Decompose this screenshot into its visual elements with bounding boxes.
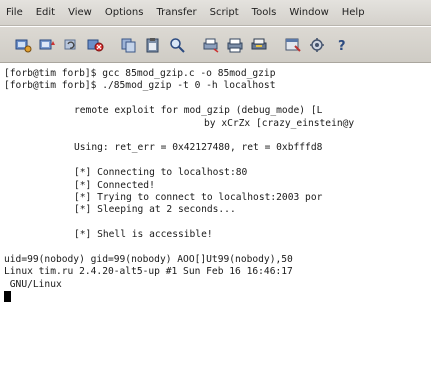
find-icon[interactable] [168,36,186,54]
terminal-line: [*] Connecting to localhost:80 [74,167,248,179]
terminal-line: [*] Trying to connect to localhost:2003 … [74,191,323,203]
print-setup-icon[interactable] [202,36,220,54]
reconnect-icon[interactable] [62,36,80,54]
terminal-window: File Edit View Options Transfer Script T… [0,0,431,379]
terminal-line: Using: ret_err = 0x42127480, ret = 0xbff… [74,142,323,154]
menu-transfer[interactable]: Transfer [156,7,196,18]
connect-icon[interactable] [14,36,32,54]
menu-script[interactable]: Script [210,7,239,18]
disconnect-icon[interactable] [86,36,104,54]
menu-window[interactable]: Window [289,7,328,18]
copy-icon[interactable] [120,36,138,54]
terminal-line: by xCrZx [crazy_einstein@y [204,117,355,129]
terminal-line: remote exploit for mod_gzip (debug_mode)… [74,105,323,117]
print-selection-icon[interactable] [250,36,268,54]
help-icon[interactable]: ? [332,36,350,54]
svg-text:?: ? [338,39,346,54]
global-options-icon[interactable] [308,36,326,54]
session-options-icon[interactable] [284,36,302,54]
print-icon[interactable] [226,36,244,54]
terminal-line: GNU/Linux [4,278,62,290]
menu-help[interactable]: Help [342,7,365,18]
terminal-line: [*] Sleeping at 2 seconds... [74,204,236,216]
terminal-line: uid=99(nobody) gid=99(nobody) AOO[]Ut99(… [4,253,293,265]
terminal-line: [*] Shell is accessible! [74,229,213,241]
menu-tools[interactable]: Tools [252,7,277,18]
terminal-line: Linux tim.ru 2.4.20-alt5-up #1 Sun Feb 1… [4,266,293,278]
quick-connect-icon[interactable] [38,36,56,54]
terminal-output[interactable]: [forb@tim forb]$ gcc 85mod_gzip.c -o 85m… [0,64,431,379]
terminal-cursor [4,291,11,303]
terminal-line: [*] Connected! [74,179,155,191]
menu-options[interactable]: Options [105,7,144,18]
menu-view[interactable]: View [68,7,92,18]
terminal-line: [forb@tim forb]$ ./85mod_gzip -t 0 -h lo… [4,80,276,92]
terminal-line: [forb@tim forb]$ gcc 85mod_gzip.c -o 85m… [4,68,276,79]
menu-edit[interactable]: Edit [36,7,55,18]
menu-bar: File Edit View Options Transfer Script T… [0,0,431,26]
toolbar: ? [0,27,431,63]
terminal-cursor-line [4,291,431,303]
menu-file[interactable]: File [6,7,23,18]
paste-icon[interactable] [144,36,162,54]
